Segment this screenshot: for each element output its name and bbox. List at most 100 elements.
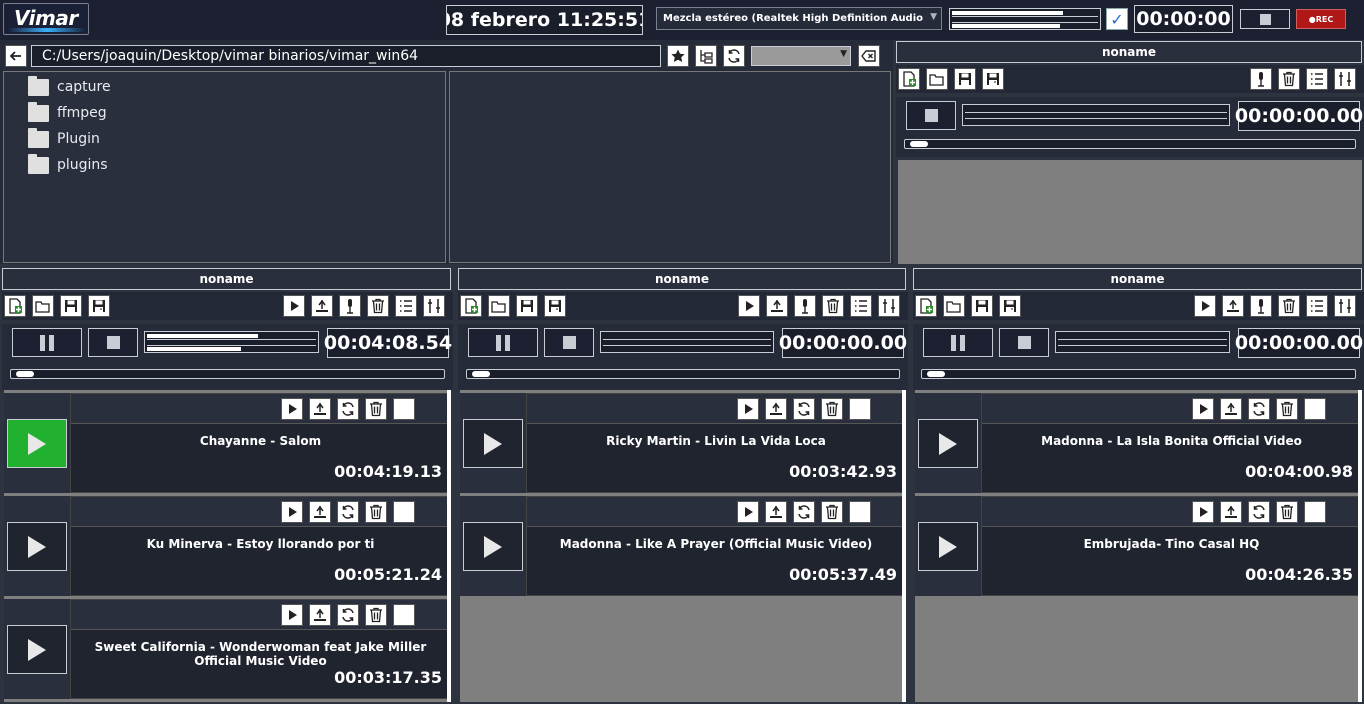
settings-icon[interactable] bbox=[1334, 295, 1356, 317]
trash-icon[interactable] bbox=[822, 295, 844, 317]
play-icon[interactable] bbox=[283, 295, 305, 317]
trash-icon[interactable] bbox=[1278, 295, 1300, 317]
microphone-icon[interactable] bbox=[1250, 68, 1272, 90]
microphone-icon[interactable] bbox=[1250, 295, 1272, 317]
settings-icon[interactable] bbox=[878, 295, 900, 317]
empty-icon[interactable] bbox=[393, 604, 415, 626]
play-icon[interactable] bbox=[737, 501, 759, 523]
save-icon[interactable] bbox=[971, 295, 993, 317]
trash-icon[interactable] bbox=[365, 604, 387, 626]
path-input[interactable]: C:/Users/joaquin/Desktop/vimar binarios/… bbox=[31, 45, 661, 67]
empty-icon[interactable] bbox=[849, 398, 871, 420]
save-icon[interactable] bbox=[516, 295, 538, 317]
refresh-icon[interactable] bbox=[723, 45, 745, 67]
stop-button[interactable] bbox=[88, 328, 138, 357]
stop-button[interactable] bbox=[906, 101, 956, 130]
list-item[interactable]: Madonna - Like A Prayer (Official Music … bbox=[460, 496, 906, 596]
list-icon[interactable] bbox=[1306, 68, 1328, 90]
trash-icon[interactable] bbox=[821, 398, 843, 420]
repeat-icon[interactable] bbox=[337, 398, 359, 420]
microphone-icon[interactable] bbox=[794, 295, 816, 317]
favorite-star-icon[interactable] bbox=[667, 45, 689, 67]
eject-icon[interactable] bbox=[765, 501, 787, 523]
list-item[interactable]: Sweet California - Wonderwoman feat Jake… bbox=[4, 599, 451, 699]
item-play-button[interactable] bbox=[463, 522, 523, 571]
item-play-button[interactable] bbox=[7, 522, 67, 571]
empty-icon[interactable] bbox=[1304, 398, 1326, 420]
list-item[interactable]: Ricky Martin - Livin La Vida Loca 00:03:4… bbox=[460, 393, 906, 493]
trash-icon[interactable] bbox=[365, 398, 387, 420]
save-as-icon[interactable] bbox=[544, 295, 566, 317]
audio-device-select[interactable]: Mezcla estéreo (Realtek High Definition … bbox=[656, 7, 942, 30]
empty-icon[interactable] bbox=[393, 501, 415, 523]
playlist-scrollbar[interactable] bbox=[447, 390, 451, 702]
eject-icon[interactable] bbox=[1220, 398, 1242, 420]
stop-button[interactable] bbox=[999, 328, 1049, 357]
eject-icon[interactable] bbox=[1220, 501, 1242, 523]
eject-icon[interactable] bbox=[309, 604, 331, 626]
eject-icon[interactable] bbox=[309, 398, 331, 420]
trash-icon[interactable] bbox=[367, 295, 389, 317]
save-as-icon[interactable] bbox=[999, 295, 1021, 317]
clear-icon[interactable] bbox=[858, 45, 880, 67]
save-as-icon[interactable] bbox=[982, 68, 1004, 90]
folder-item[interactable]: Plugin bbox=[28, 127, 100, 150]
list-item[interactable]: Embrujada- Tino Casal HQ 00:04:26.35 bbox=[915, 496, 1362, 596]
pause-button[interactable] bbox=[12, 328, 82, 357]
seek-bar[interactable] bbox=[10, 369, 445, 379]
eject-icon[interactable] bbox=[1222, 295, 1244, 317]
monitor-checkbox[interactable]: ✓ bbox=[1106, 8, 1128, 30]
trash-icon[interactable] bbox=[365, 501, 387, 523]
play-icon[interactable] bbox=[737, 398, 759, 420]
repeat-icon[interactable] bbox=[793, 501, 815, 523]
seek-bar[interactable] bbox=[904, 139, 1356, 149]
save-icon[interactable] bbox=[60, 295, 82, 317]
seek-handle[interactable] bbox=[910, 141, 928, 147]
list-icon[interactable] bbox=[1306, 295, 1328, 317]
item-play-button[interactable] bbox=[7, 625, 67, 674]
back-arrow-icon[interactable] bbox=[5, 45, 27, 67]
list-item[interactable]: Madonna - La Isla Bonita Official Video 0… bbox=[915, 393, 1362, 493]
open-folder-icon[interactable] bbox=[32, 295, 54, 317]
new-file-icon[interactable] bbox=[898, 68, 920, 90]
item-play-button[interactable] bbox=[918, 419, 978, 468]
repeat-icon[interactable] bbox=[1248, 398, 1270, 420]
repeat-icon[interactable] bbox=[1248, 501, 1270, 523]
repeat-icon[interactable] bbox=[337, 604, 359, 626]
item-play-button[interactable] bbox=[918, 522, 978, 571]
trash-icon[interactable] bbox=[1278, 68, 1300, 90]
play-icon[interactable] bbox=[281, 604, 303, 626]
trash-icon[interactable] bbox=[1276, 501, 1298, 523]
play-icon[interactable] bbox=[1194, 295, 1216, 317]
play-icon[interactable] bbox=[1192, 501, 1214, 523]
pause-button[interactable] bbox=[923, 328, 993, 357]
filter-select[interactable]: ▼ bbox=[751, 46, 851, 66]
trash-icon[interactable] bbox=[1276, 398, 1298, 420]
settings-icon[interactable] bbox=[423, 295, 445, 317]
save-as-icon[interactable] bbox=[88, 295, 110, 317]
seek-handle[interactable] bbox=[16, 371, 34, 377]
play-icon[interactable] bbox=[738, 295, 760, 317]
record-stop-button[interactable] bbox=[1240, 9, 1290, 29]
play-icon[interactable] bbox=[281, 501, 303, 523]
new-file-icon[interactable] bbox=[460, 295, 482, 317]
settings-icon[interactable] bbox=[1334, 68, 1356, 90]
repeat-icon[interactable] bbox=[337, 501, 359, 523]
empty-icon[interactable] bbox=[1304, 501, 1326, 523]
microphone-icon[interactable] bbox=[339, 295, 361, 317]
empty-icon[interactable] bbox=[849, 501, 871, 523]
trash-icon[interactable] bbox=[821, 501, 843, 523]
list-icon[interactable] bbox=[395, 295, 417, 317]
new-file-icon[interactable] bbox=[915, 295, 937, 317]
folder-item[interactable]: ffmpeg bbox=[28, 101, 107, 124]
tree-view-icon[interactable] bbox=[695, 45, 717, 67]
eject-icon[interactable] bbox=[311, 295, 333, 317]
open-folder-icon[interactable] bbox=[943, 295, 965, 317]
save-icon[interactable] bbox=[954, 68, 976, 90]
eject-icon[interactable] bbox=[309, 501, 331, 523]
seek-handle[interactable] bbox=[472, 371, 490, 377]
play-icon[interactable] bbox=[1192, 398, 1214, 420]
pause-button[interactable] bbox=[468, 328, 538, 357]
list-item[interactable]: Ku Minerva - Estoy llorando por ti 00:05:… bbox=[4, 496, 451, 596]
folder-item[interactable]: capture bbox=[28, 75, 111, 98]
